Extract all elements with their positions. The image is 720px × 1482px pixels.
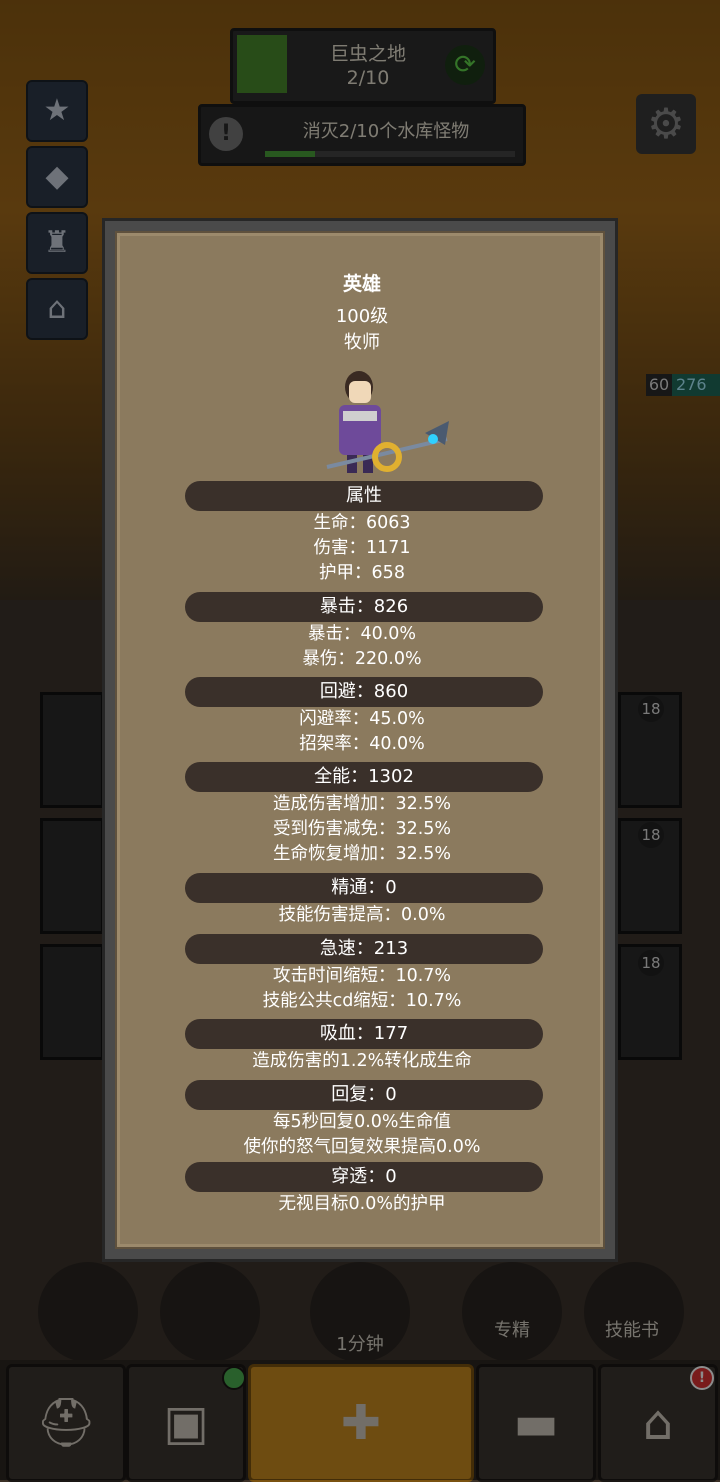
stat-section: 精通：0 技能伤害提高：0.0%: [117, 873, 607, 928]
stat-line: 使你的怒气回复效果提高0.0%: [243, 1137, 481, 1157]
stat-line: 无视目标0.0%的护甲: [278, 1194, 446, 1214]
section-header: 穿透：0: [185, 1162, 543, 1192]
stat-line: 技能公共cd缩短：10.7%: [262, 991, 462, 1011]
stat-line: 受到伤害减免：32.5%: [272, 819, 452, 839]
stat-section: 回避：860 闪避率：45.0% 招架率：40.0%: [117, 677, 607, 757]
stat-line: 造成伤害增加：32.5%: [272, 794, 452, 814]
stat-section: 属性 生命：6063 伤害：1171 护甲：658: [117, 481, 607, 586]
hero-level: 100级: [335, 306, 389, 327]
section-header: 精通：0: [185, 873, 543, 903]
section-header: 回避：860: [185, 677, 543, 707]
stat-line: 护甲：658: [319, 563, 405, 583]
section-header: 全能：1302: [185, 762, 543, 792]
stat-section: 吸血：177 造成伤害的1.2%转化成生命: [117, 1019, 607, 1074]
stat-section: 暴击：826 暴击：40.0% 暴伤：220.0%: [117, 592, 607, 672]
stat-line: 闪避率：45.0%: [299, 709, 425, 729]
stat-line: 造成伤害的1.2%转化成生命: [252, 1051, 472, 1071]
stat-line: 伤害：1171: [313, 538, 411, 558]
hero-stats-panel: 英雄 100级 牧师 属性 生命：6063 伤害：1171 护甲：658 暴击：…: [115, 231, 605, 1249]
hero-class: 牧师: [344, 332, 380, 353]
section-header: 暴击：826: [185, 592, 543, 622]
stat-line: 生命：6063: [313, 513, 411, 533]
stat-line: 每5秒回复0.0%生命值: [272, 1112, 452, 1132]
section-header: 急速：213: [185, 934, 543, 964]
stat-line: 暴伤：220.0%: [302, 649, 422, 669]
stat-section: 急速：213 攻击时间缩短：10.7% 技能公共cd缩短：10.7%: [117, 934, 607, 1014]
stat-section: 穿透：0 无视目标0.0%的护甲: [117, 1162, 607, 1217]
hero-sprite: [326, 371, 449, 473]
hero-title: 英雄: [342, 273, 381, 295]
section-header: 回复：0: [185, 1080, 543, 1110]
section-header: 属性: [185, 481, 543, 511]
stat-line: 招架率：40.0%: [299, 734, 425, 754]
stat-line: 生命恢复增加：32.5%: [272, 844, 452, 864]
section-header: 吸血：177: [185, 1019, 543, 1049]
hero-stats-modal: 英雄 100级 牧师 属性 生命：6063 伤害：1171 护甲：658 暴击：…: [102, 218, 618, 1262]
stat-line: 攻击时间缩短：10.7%: [272, 966, 452, 986]
stat-line: 技能伤害提高：0.0%: [278, 905, 446, 925]
stat-section: 回复：0 每5秒回复0.0%生命值 使你的怒气回复效果提高0.0%: [117, 1080, 607, 1160]
stat-line: 暴击：40.0%: [307, 624, 417, 644]
stat-section: 全能：1302 造成伤害增加：32.5% 受到伤害减免：32.5% 生命恢复增加…: [117, 762, 607, 867]
